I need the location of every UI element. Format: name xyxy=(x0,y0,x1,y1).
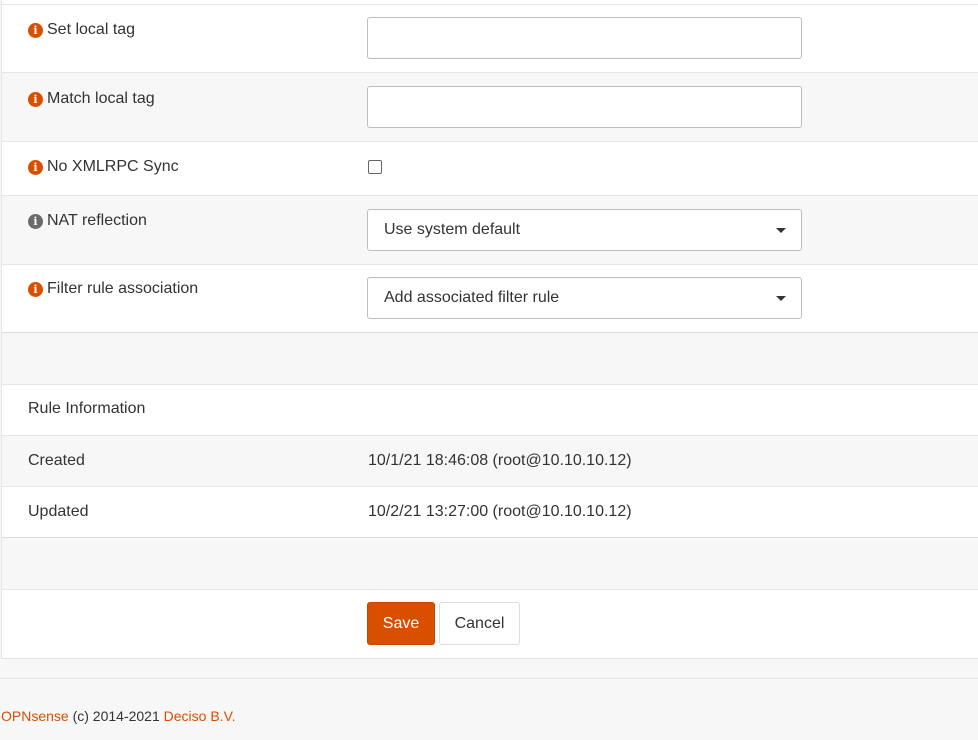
updated-label: Updated xyxy=(28,503,89,520)
match-local-tag-label: i Match local tag xyxy=(28,90,155,108)
caret-down-icon xyxy=(776,228,786,233)
deciso-link[interactable]: Deciso B.V. xyxy=(164,708,236,724)
row-updated: Updated 10/2/21 13:27:00 (root@10.10.10.… xyxy=(2,486,978,538)
info-circle-icon[interactable]: i xyxy=(28,213,43,229)
info-circle-icon[interactable]: i xyxy=(28,91,43,107)
opnsense-link[interactable]: OPNsense xyxy=(1,708,69,724)
cancel-button[interactable]: Cancel xyxy=(439,602,520,645)
set-local-tag-input[interactable] xyxy=(367,17,802,59)
row-no-xmlrpc-sync: i No XMLRPC Sync xyxy=(2,141,978,196)
row-actions: Save Cancel xyxy=(2,589,978,659)
info-circle-icon[interactable]: i xyxy=(28,159,43,175)
created-value: 10/1/21 18:46:08 (root@10.10.10.12) xyxy=(368,452,632,469)
footer: OPNsense (c) 2014-2021 Deciso B.V. xyxy=(0,678,978,740)
nat-reflection-select[interactable]: Use system default xyxy=(367,209,802,251)
filter-rule-association-label: i Filter rule association xyxy=(28,280,198,298)
row-filter-rule-association: i Filter rule association Add associated… xyxy=(2,264,978,333)
footer-copyright: OPNsense (c) 2014-2021 Deciso B.V. xyxy=(1,708,236,724)
filter-rule-association-select[interactable]: Add associated filter rule xyxy=(367,277,802,319)
form-panel: i Set local tag i Match local tag i No X… xyxy=(1,0,978,659)
info-circle-icon[interactable]: i xyxy=(28,22,43,38)
caret-down-icon xyxy=(776,296,786,301)
no-xmlrpc-sync-label: i No XMLRPC Sync xyxy=(28,158,179,176)
row-rule-information: Rule Information xyxy=(2,384,978,436)
info-circle-icon[interactable]: i xyxy=(28,281,43,297)
row-created: Created 10/1/21 18:46:08 (root@10.10.10.… xyxy=(2,435,978,487)
nat-reflection-label: i NAT reflection xyxy=(28,212,147,230)
section-spacer xyxy=(2,332,978,385)
save-button[interactable]: Save xyxy=(367,602,435,645)
row-set-local-tag: i Set local tag xyxy=(2,4,978,73)
no-xmlrpc-sync-checkbox[interactable] xyxy=(368,160,382,174)
set-local-tag-label: i Set local tag xyxy=(28,21,135,39)
row-match-local-tag: i Match local tag xyxy=(2,72,978,142)
updated-value: 10/2/21 13:27:00 (root@10.10.10.12) xyxy=(368,503,632,520)
match-local-tag-input[interactable] xyxy=(367,86,802,128)
section-spacer xyxy=(2,537,978,590)
rule-information-heading: Rule Information xyxy=(28,400,146,417)
created-label: Created xyxy=(28,452,85,469)
row-nat-reflection: i NAT reflection Use system default xyxy=(2,195,978,265)
